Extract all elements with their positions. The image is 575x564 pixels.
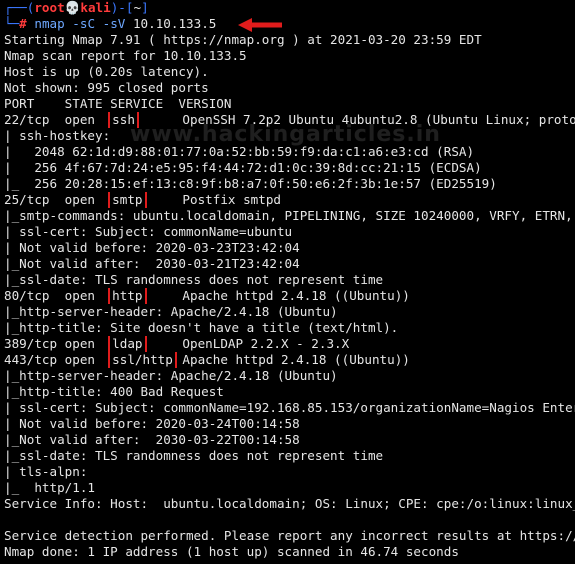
port-row-http: 80/tcp open http Apache httpd 2.4.18 ((U…	[4, 288, 410, 304]
output-line: |_http-server-header: Apache/2.4.18 (Ubu…	[4, 304, 338, 319]
command-name: nmap	[34, 16, 65, 31]
output-line: Starting Nmap 7.91 ( https://nmap.org ) …	[4, 32, 482, 47]
output-line: Service detection performed. Please repo…	[4, 528, 575, 543]
command-flags: -sC -sV	[72, 16, 126, 31]
output-line: |_smtp-commands: ubuntu.localdomain, PIP…	[4, 208, 573, 223]
red-arrow-icon	[238, 18, 282, 32]
service-info-line: Service Info: Host: ubuntu.localdomain; …	[4, 496, 575, 511]
output-line: |_http-title: Site doesn't have a title …	[4, 320, 399, 335]
prompt-dir: ~	[133, 0, 142, 15]
port-row-ldap: 389/tcp open ldap OpenLDAP 2.2.X - 2.3.X	[4, 336, 350, 352]
port-table-header: PORT STATE SERVICE VERSION	[4, 96, 232, 111]
command-line: └─# nmap -sC -sV 10.10.133.5	[4, 16, 217, 31]
port-row-ssl-http: 443/tcp open ssl/http Apache httpd 2.4.1…	[4, 352, 410, 368]
prompt-hash: #	[19, 16, 27, 31]
skull-icon: 💀	[64, 0, 81, 15]
output-line: |_ssl-date: TLS randomness does not repr…	[4, 272, 384, 287]
output-line: Not shown: 995 closed ports	[4, 80, 209, 95]
prompt-header: ┌──(root💀kali)-[~]	[4, 0, 149, 15]
prompt-host: kali	[80, 0, 111, 15]
service-highlight-ssl-http: ssl/http	[108, 352, 177, 368]
command-target: 10.10.133.5	[132, 16, 217, 31]
output-line: |_Not valid after: 2030-03-22T00:14:58	[4, 432, 300, 447]
terminal-output[interactable]: ┌──(root💀kali)-[~] └─# nmap -sC -sV 10.1…	[4, 0, 575, 560]
output-line: | Not valid before: 2020-03-24T00:14:58	[4, 416, 300, 431]
output-line: |_ http/1.1	[4, 480, 95, 495]
output-line: Host is up (0.20s latency).	[4, 64, 209, 79]
output-line: Nmap scan report for 10.10.133.5	[4, 48, 247, 63]
output-line: | 256 4f:67:7d:24:e5:95:f4:44:72:d1:0c:3…	[4, 160, 482, 175]
port-row-ssh: 22/tcp open ssh OpenSSH 7.2p2 Ubuntu 4ub…	[4, 112, 575, 128]
output-line: | tls-alpn:	[4, 464, 88, 479]
service-highlight-http: http	[108, 288, 147, 304]
output-line: | ssh-hostkey:	[4, 128, 111, 143]
output-line: |_http-title: 400 Bad Request	[4, 384, 224, 399]
output-line: |_ 256 20:28:15:ef:13:c8:9f:b8:a7:0f:50:…	[4, 176, 497, 191]
output-line: |_http-server-header: Apache/2.4.18 (Ubu…	[4, 368, 338, 383]
port-row-smtp: 25/tcp open smtp Postfix smtpd	[4, 192, 281, 208]
output-line: |_Not valid after: 2030-03-21T23:42:04	[4, 256, 300, 271]
service-highlight-ldap: ldap	[108, 336, 147, 352]
service-highlight-smtp: smtp	[108, 192, 147, 208]
service-highlight-ssh: ssh	[108, 112, 139, 128]
output-line: | Not valid before: 2020-03-23T23:42:04	[4, 240, 300, 255]
output-line: | 2048 62:1d:d9:88:01:77:0a:52:bb:59:f9:…	[4, 144, 475, 159]
output-line: |_ssl-date: TLS randomness does not repr…	[4, 448, 384, 463]
nmap-done-line: Nmap done: 1 IP address (1 host up) scan…	[4, 544, 459, 559]
prompt-user: root	[34, 0, 65, 15]
output-line: | ssl-cert: Subject: commonName=ubuntu	[4, 224, 293, 239]
output-line: | ssl-cert: Subject: commonName=192.168.…	[4, 400, 575, 415]
